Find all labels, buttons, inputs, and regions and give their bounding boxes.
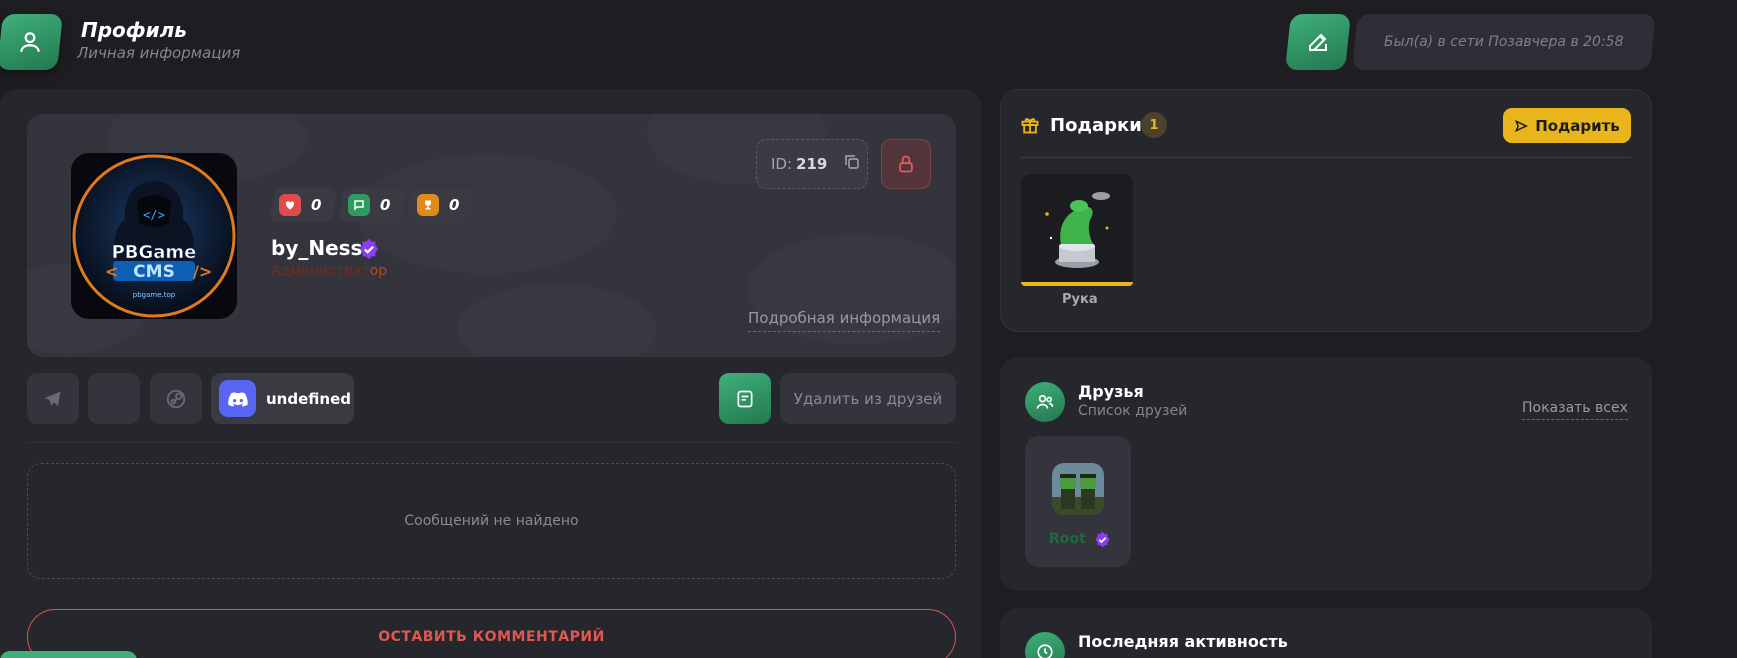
svg-text:PBGame: PBGame xyxy=(112,242,197,263)
divider xyxy=(1020,157,1631,158)
copy-icon[interactable] xyxy=(843,153,861,175)
svg-text:<: < xyxy=(105,262,118,281)
gift-icon xyxy=(1020,115,1040,139)
gift-rarity-bar xyxy=(1021,282,1133,286)
verified-badge-icon xyxy=(1094,531,1111,552)
friend-avatar[interactable] xyxy=(1052,463,1104,515)
svg-text:</>: </> xyxy=(143,208,165,222)
more-info-link[interactable]: Подробная информация xyxy=(748,309,941,332)
gifts-count-badge: 1 xyxy=(1141,112,1167,138)
trophy-icon xyxy=(417,194,439,216)
send-message-button[interactable] xyxy=(719,373,771,424)
steam-icon xyxy=(166,389,186,408)
steam-button[interactable] xyxy=(150,373,202,424)
edit-icon xyxy=(1309,33,1327,51)
heart-icon xyxy=(279,194,301,216)
verified-badge-icon xyxy=(358,238,380,260)
telegram-button[interactable] xyxy=(27,373,79,424)
divider xyxy=(27,442,956,443)
comments-empty-state: Сообщений не найдено xyxy=(27,463,956,579)
send-icon xyxy=(1515,119,1529,132)
likes-stat: 0 xyxy=(269,188,338,222)
edit-profile-button[interactable] xyxy=(1285,14,1351,70)
trophies-stat: 0 xyxy=(407,188,476,222)
svg-text:CMS: CMS xyxy=(133,262,175,282)
page-subtitle: Личная информация xyxy=(77,44,241,62)
gifts-title: Подарки xyxy=(1050,115,1142,136)
remove-friend-button[interactable]: Удалить из друзей xyxy=(780,373,956,424)
vk-button[interactable] xyxy=(88,373,140,424)
gift-name: Рука xyxy=(1062,292,1098,307)
discord-account[interactable]: undefined xyxy=(211,373,354,424)
comments-stat: 0 xyxy=(338,188,407,222)
friends-subtitle: Список друзей xyxy=(1078,403,1188,419)
block-user-button[interactable] xyxy=(881,139,931,189)
user-id-box[interactable]: ID: 219 xyxy=(756,139,868,189)
svg-text:pbgame.top: pbgame.top xyxy=(133,291,176,299)
comment-icon xyxy=(348,194,370,216)
friends-title: Друзья xyxy=(1078,382,1144,401)
message-icon xyxy=(737,390,753,407)
username: by_Ness xyxy=(271,236,363,260)
discord-icon xyxy=(219,380,256,417)
last-activity-title: Последняя активность xyxy=(1078,632,1288,651)
page-title: Профиль xyxy=(81,18,187,42)
leave-comment-button[interactable]: ОСТАВИТЬ КОММЕНТАРИЙ xyxy=(27,609,956,658)
lock-icon xyxy=(899,155,913,173)
friend-name: Root xyxy=(1049,531,1086,547)
profile-icon xyxy=(0,14,63,70)
give-gift-button[interactable]: Подарить xyxy=(1503,108,1631,143)
telegram-icon xyxy=(44,391,61,406)
floating-green-tab[interactable] xyxy=(0,651,137,658)
user-role: Администратор xyxy=(271,263,388,279)
last-seen-status: Был(а) в сети Позавчера в 20:58 xyxy=(1352,14,1656,70)
show-all-friends-link[interactable]: Показать всех xyxy=(1522,400,1628,420)
user-avatar[interactable]: </> PBGame CMS < /> pbgame.top xyxy=(71,153,237,319)
friends-icon xyxy=(1025,382,1065,422)
svg-text:/>: /> xyxy=(193,262,212,281)
gift-item[interactable] xyxy=(1021,174,1133,286)
